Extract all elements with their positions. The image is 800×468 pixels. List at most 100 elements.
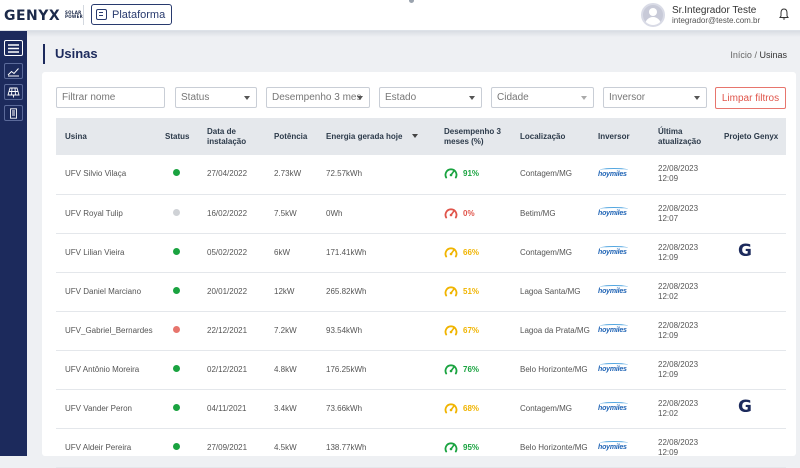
gauge-icon <box>444 363 458 374</box>
status-select-label: Status <box>181 92 210 103</box>
plant-name[interactable]: UFV Daniel Marciano <box>56 272 161 311</box>
inverter-cell: hoymiles <box>594 155 654 194</box>
energy-today: 176.25kWh <box>326 364 367 374</box>
plant-name[interactable]: UFV Antônio Moreira <box>56 350 161 389</box>
col-inverter[interactable]: Inversor <box>594 118 654 155</box>
hoymiles-logo: hoymiles <box>598 405 627 412</box>
install-date: 16/02/2022 <box>207 208 248 218</box>
power: 7.5kW <box>274 208 297 218</box>
power: 3.4kW <box>274 403 297 413</box>
logo-text: GENYX <box>4 8 61 24</box>
menu-icon[interactable] <box>4 40 23 56</box>
performance-cell: 68% <box>440 389 516 428</box>
col-genyx-project[interactable]: Projeto Genyx <box>720 118 786 155</box>
energy-today: 93.54kWh <box>326 325 363 335</box>
col-power[interactable]: Potência <box>270 118 322 155</box>
gauge-icon <box>444 207 458 218</box>
table-row[interactable]: UFV Lilian Vieira 05/02/2022 6kW 171.41kWh 6… <box>56 233 786 272</box>
table-row[interactable]: UFV_Gabriel_Bernardes 22/12/2021 7.2kW 93.5… <box>56 311 786 350</box>
install-date: 04/11/2021 <box>207 403 247 413</box>
chart-line-icon[interactable] <box>4 63 23 79</box>
location: Contagem/MG <box>520 403 573 413</box>
install-date: 27/04/2022 <box>207 169 248 179</box>
plant-name[interactable]: UFV Royal Tulip <box>56 194 161 233</box>
table-row[interactable]: UFV Antônio Moreira 02/12/2021 4.8kW 176.25… <box>56 350 786 389</box>
document-icon[interactable] <box>4 105 23 121</box>
breadcrumb-current: Usinas <box>759 50 787 60</box>
performance-cell: 0% <box>440 194 516 233</box>
table-row[interactable]: UFV Royal Tulip 16/02/2022 7.5kW 0Wh 0% Betim… <box>56 194 786 233</box>
col-energy[interactable]: Energia gerada hoje <box>322 118 440 155</box>
city-select[interactable]: Cidade <box>491 87 594 108</box>
genyx-project-cell <box>720 428 786 467</box>
power: 4.8kW <box>274 364 297 374</box>
table-row[interactable]: UFV Daniel Marciano 20/01/2022 12kW 265.82k… <box>56 272 786 311</box>
status-cell <box>161 155 203 194</box>
last-update: 22/08/2023 12:09 <box>658 359 699 379</box>
status-dot <box>173 325 180 333</box>
chevron-down-icon <box>244 96 250 100</box>
col-install-date[interactable]: Data de instalação <box>203 118 270 155</box>
status-cell <box>161 428 203 467</box>
avatar[interactable] <box>641 3 665 27</box>
clear-filters-button[interactable]: Limpar filtros <box>715 87 786 109</box>
last-update: 22/08/2023 12:09 <box>658 164 699 184</box>
hoymiles-logo: hoymiles <box>598 210 627 217</box>
gauge-icon <box>444 441 458 452</box>
plant-name[interactable]: UFV_Gabriel_Bernardes <box>56 311 161 350</box>
plant-name[interactable]: UFV Silvio Vilaça <box>56 155 161 194</box>
gauge-icon <box>444 402 458 413</box>
sidebar <box>0 31 27 456</box>
table-row[interactable]: UFV Vander Peron 04/11/2021 3.4kW 73.66kWh 6… <box>56 389 786 428</box>
status-cell <box>161 194 203 233</box>
platform-label: Plataforma <box>112 8 166 21</box>
user-name[interactable]: Sr.Integrador Teste <box>672 5 756 16</box>
header-divider <box>83 5 84 25</box>
power: 4.5kW <box>274 442 297 452</box>
status-dot <box>173 169 180 177</box>
genyx-project-cell <box>720 155 786 194</box>
table-row[interactable]: UFV Aldeir Pereira 27/09/2021 4.5kW 138.77k… <box>56 428 786 467</box>
performance-cell: 95% <box>440 428 516 467</box>
col-status[interactable]: Status <box>161 118 203 155</box>
col-location[interactable]: Localização <box>516 118 594 155</box>
name-filter-input[interactable]: Filtrar nome <box>56 87 165 108</box>
plant-name[interactable]: UFV Aldeir Pereira <box>56 428 161 467</box>
col-last-update[interactable]: Última atualização <box>654 118 720 155</box>
state-select[interactable]: Estado <box>379 87 482 108</box>
plant-name[interactable]: UFV Lilian Vieira <box>56 233 161 272</box>
status-cell <box>161 389 203 428</box>
col-performance[interactable]: Desempenho 3 meses (%) <box>440 118 516 155</box>
performance-value: 95% <box>463 442 480 452</box>
solar-panel-icon[interactable] <box>4 84 23 100</box>
gauge-icon <box>444 285 458 296</box>
inverter-cell: hoymiles <box>594 350 654 389</box>
performance-cell: 76% <box>440 350 516 389</box>
energy-today: 72.57kWh <box>326 169 363 179</box>
status-cell <box>161 233 203 272</box>
inverter-select[interactable]: Inversor <box>603 87 707 108</box>
location: Contagem/MG <box>520 169 573 179</box>
last-update: 22/08/2023 12:02 <box>658 281 699 301</box>
status-dot <box>173 442 180 450</box>
name-filter-placeholder: Filtrar nome <box>62 92 116 103</box>
performance-select[interactable]: Desempenho 3 meses <box>266 87 370 108</box>
platform-button[interactable]: Plataforma <box>91 4 173 25</box>
bell-icon[interactable] <box>779 8 789 20</box>
hoymiles-logo: hoymiles <box>598 170 627 178</box>
genyx-project-cell: G <box>720 233 786 272</box>
performance-cell: 66% <box>440 233 516 272</box>
logo-subtext: SOLAR POWER <box>65 10 84 19</box>
plant-name[interactable]: UFV Vander Peron <box>56 389 161 428</box>
breadcrumb-separator: / <box>754 50 757 60</box>
col-plant[interactable]: Usina <box>56 118 161 155</box>
status-select[interactable]: Status <box>175 87 257 108</box>
breadcrumb-home[interactable]: Início <box>730 50 752 60</box>
status-dot <box>173 247 180 255</box>
plants-table: Usina Status Data de instalação Potência… <box>56 118 786 468</box>
sort-desc-icon[interactable] <box>412 134 419 139</box>
inverter-select-label: Inversor <box>609 92 646 103</box>
genyx-logo[interactable]: GENYX SOLAR POWER <box>4 8 83 24</box>
table-row[interactable]: UFV Silvio Vilaça 27/04/2022 2.73kW 72.57kW… <box>56 155 786 194</box>
genyx-logo-icon: G <box>738 397 752 417</box>
